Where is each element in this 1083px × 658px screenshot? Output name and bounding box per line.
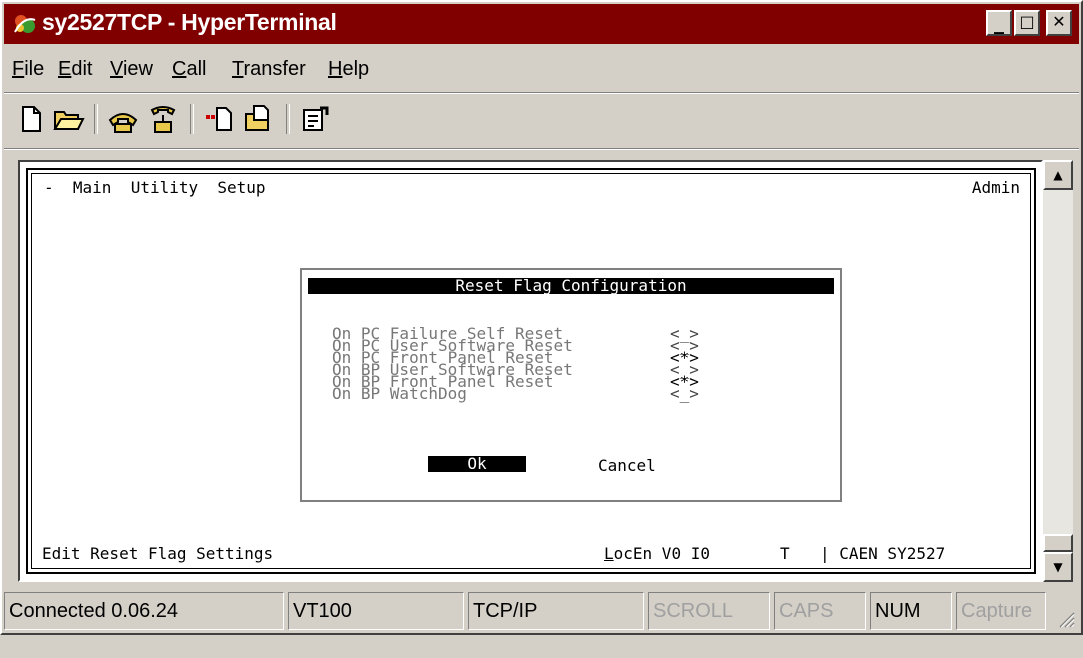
ok-button[interactable]: Ok (428, 456, 526, 472)
status-location: LocEn V0 I0 (604, 544, 710, 563)
status-flag: T (780, 544, 790, 563)
option-label: On BP WatchDog (332, 384, 467, 403)
hyperterminal-app-icon (14, 15, 36, 33)
menu-transfer[interactable]: Transfer (232, 58, 306, 81)
window-title: sy2527TCP - HyperTerminal (42, 9, 337, 35)
menu-edit[interactable]: Edit (58, 58, 92, 81)
new-icon[interactable] (14, 102, 48, 136)
receive-icon[interactable] (242, 102, 276, 136)
reset-flag-dialog: Reset Flag Configuration On PC Failure S… (300, 268, 842, 502)
close-button[interactable]: ✕ (1046, 10, 1072, 36)
status-caps: CAPS (774, 592, 866, 630)
menu-view[interactable]: View (110, 58, 153, 81)
toolbar (6, 98, 1076, 142)
properties-icon[interactable] (298, 102, 332, 136)
menu-divider (4, 92, 1079, 94)
send-icon[interactable] (202, 102, 236, 136)
scroll-down-button[interactable]: ▼ (1043, 552, 1073, 582)
open-icon[interactable] (52, 102, 86, 136)
status-device: | CAEN SY2527 (820, 544, 946, 563)
status-connected: Connected 0.06.24 (4, 592, 284, 630)
terminal-screen[interactable]: - Main Utility Setup Admin Reset Flag Co… (26, 168, 1036, 574)
cancel-button[interactable]: Cancel (598, 456, 656, 475)
hyperterminal-window: sy2527TCP - HyperTerminal _ □ ✕ File Edi… (0, 0, 1083, 635)
dialog-title: Reset Flag Configuration (308, 278, 834, 294)
status-scroll: SCROLL (648, 592, 770, 630)
menu-file[interactable]: File (12, 58, 44, 81)
resize-grip-icon[interactable] (1057, 610, 1075, 628)
status-capture: Capture (956, 592, 1046, 630)
disconnect-icon[interactable] (146, 102, 180, 136)
option-toggle[interactable]: <_> (670, 386, 699, 402)
minimize-button[interactable]: _ (986, 10, 1012, 36)
menu-call[interactable]: Call (172, 58, 206, 81)
terminal-user: Admin (971, 178, 1020, 197)
scroll-thumb[interactable] (1043, 534, 1073, 552)
status-hint: Edit Reset Flag Settings (42, 544, 274, 563)
status-protocol: TCP/IP (468, 592, 644, 630)
terminal-viewport[interactable]: - Main Utility Setup Admin Reset Flag Co… (18, 160, 1043, 582)
menu-help[interactable]: Help (328, 58, 369, 81)
terminal-top-menu[interactable]: - Main Utility Setup (44, 178, 266, 197)
scroll-up-button[interactable]: ▲ (1043, 160, 1073, 190)
maximize-button[interactable]: □ (1014, 10, 1040, 36)
title-bar[interactable]: sy2527TCP - HyperTerminal _ □ ✕ (4, 4, 1079, 44)
toolbar-divider (4, 148, 1079, 150)
toolbar-separator (286, 104, 290, 134)
status-emulation: VT100 (288, 592, 464, 630)
status-bar: Connected 0.06.24 VT100 TCP/IP SCROLL CA… (4, 592, 1079, 632)
toolbar-separator (190, 104, 194, 134)
connect-icon[interactable] (106, 102, 140, 136)
toolbar-separator (94, 104, 98, 134)
vertical-scrollbar[interactable]: ▲ ▼ (1043, 160, 1073, 582)
status-num: NUM (870, 592, 952, 630)
